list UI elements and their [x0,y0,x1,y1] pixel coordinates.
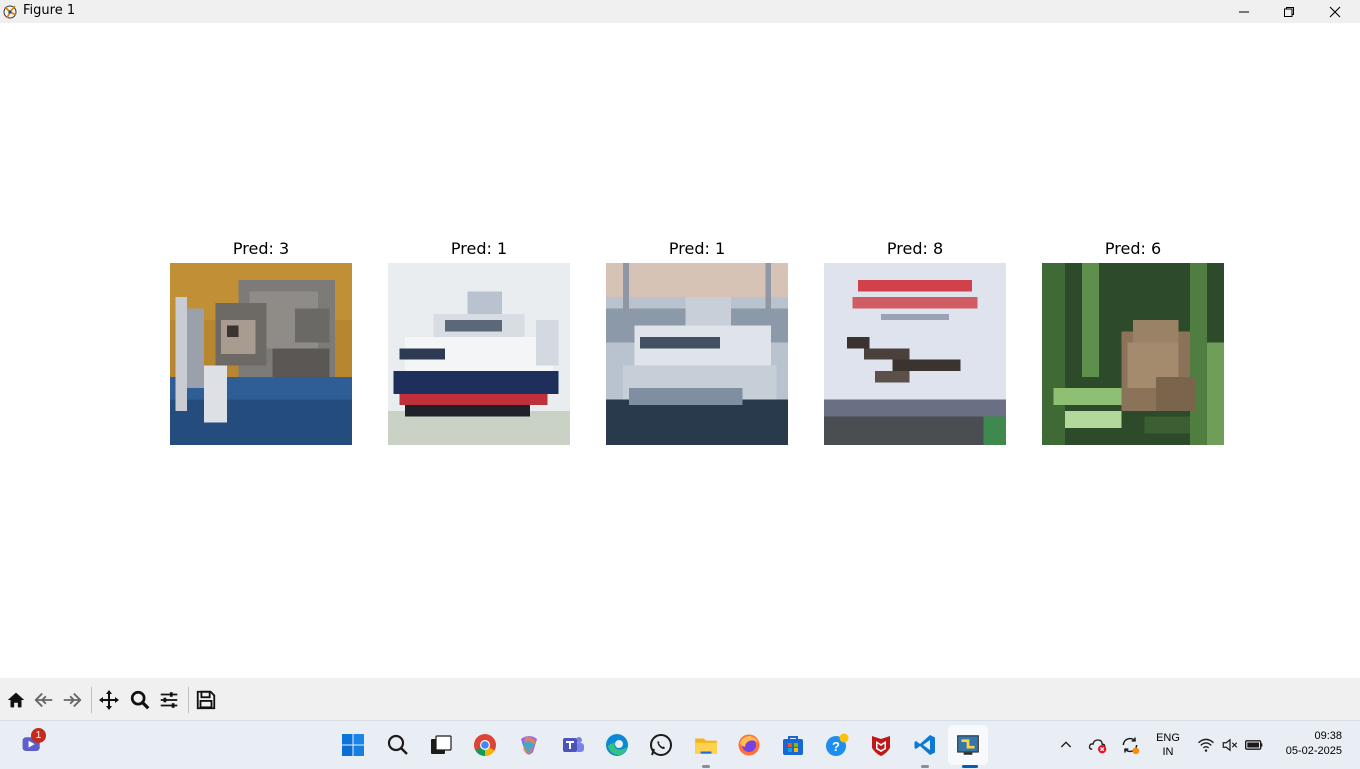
file-explorer-button[interactable] [692,731,720,759]
start-button[interactable] [339,731,367,759]
back-icon [34,692,53,708]
toolbar-separator [188,687,189,713]
python-icon [957,735,979,755]
subplot-image-ship [388,263,570,445]
cloud-error-icon [1088,739,1107,754]
file-explorer-icon [695,738,717,754]
title-bar: Figure 1 [0,0,1360,24]
firefox-icon [738,734,760,756]
vscode-button[interactable] [911,731,939,759]
maximize-button[interactable] [1266,0,1312,23]
python-button[interactable] [954,731,982,759]
forward-icon [63,692,82,708]
subplot-title: Pred: 8 [886,239,944,258]
subplot-image-frog [1042,263,1224,445]
language-region: IN [1162,746,1174,758]
home-button[interactable] [4,688,28,712]
store-button[interactable] [779,731,807,759]
window-title: Figure 1 [23,3,76,18]
minimize-icon [1239,11,1249,12]
close-icon [1329,6,1341,17]
configure-subplots-button[interactable] [157,688,181,712]
start-icon [342,734,364,756]
subplot-title: Pred: 1 [450,239,508,258]
back-button[interactable] [32,688,56,712]
language-code: ENG [1156,732,1180,744]
whatsapp-button[interactable] [647,731,675,759]
mcafee-icon [872,736,890,756]
copilot-button[interactable] [515,731,543,759]
mcafee-button[interactable] [867,731,895,759]
edge-button[interactable] [603,731,631,759]
chevron-up-icon [1060,741,1072,748]
edge-icon [606,734,628,756]
firefox-button[interactable] [735,731,763,759]
matplotlib-app-icon [2,3,19,20]
close-button[interactable] [1312,0,1358,23]
whatsapp-icon [650,734,672,756]
chrome-button[interactable] [471,731,499,759]
pan-icon [99,690,119,710]
home-icon [7,692,25,708]
zoom-icon [130,690,150,710]
task-view-button[interactable] [427,731,455,759]
volume-muted-icon [1222,738,1238,752]
store-icon [783,736,803,755]
wifi-icon [1198,738,1214,752]
onedrive-button[interactable] [1084,731,1112,759]
minimize-button[interactable] [1221,0,1267,23]
save-button[interactable] [194,688,218,712]
clock[interactable]: 09:38 05-02-2025 [1286,729,1342,759]
sync-button[interactable] [1116,731,1144,759]
navigation-toolbar [0,678,1360,720]
chrome-icon [474,734,496,756]
sync-warning-icon [1122,737,1140,755]
battery-icon [1245,740,1263,750]
subplot-image-ship [606,263,788,445]
clock-time: 09:38 [1314,730,1342,742]
teams-button[interactable] [559,731,587,759]
restore-icon [1284,6,1294,17]
search-icon [387,734,408,755]
help-icon: ? [826,733,849,756]
search-button[interactable] [384,731,412,759]
teams-icon [563,737,584,752]
pan-button[interactable] [97,688,121,712]
language-indicator[interactable]: ENG IN [1150,731,1186,759]
help-button[interactable]: ? [823,731,851,759]
save-icon [196,690,216,710]
vscode-icon [914,735,935,755]
battery-button[interactable] [1240,731,1268,759]
subplot-title: Pred: 1 [668,239,726,258]
taskbar: 1 ? ENG IN 09:38 05-02-2025 [0,720,1360,769]
forward-button[interactable] [60,688,84,712]
clock-date: 05-02-2025 [1285,745,1342,757]
configure-subplots-icon [160,692,178,708]
figure-canvas: Pred: 3 Pred: 1 Pred: 1 Pred: 8 Pred: 6 [0,23,1360,678]
subplot-image-airplane [824,263,1006,445]
svg-text:?: ? [832,739,840,754]
subplot-title: Pred: 6 [1104,239,1162,258]
subplot-title: Pred: 3 [232,239,290,258]
copilot-icon [521,736,537,755]
show-hidden-icons-button[interactable] [1052,731,1080,759]
zoom-button[interactable] [128,688,152,712]
task-view-icon [431,735,452,754]
notification-badge: 1 [31,728,46,743]
subplot-image-cat [170,263,352,445]
toolbar-separator [91,687,92,713]
